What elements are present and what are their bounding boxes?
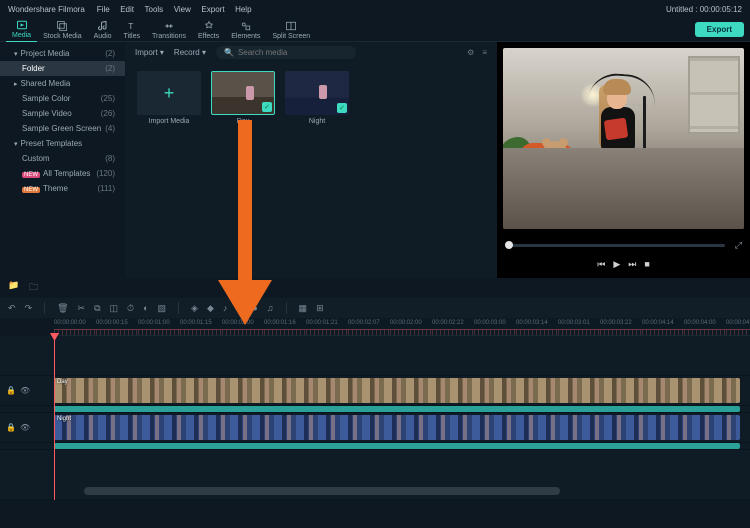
record-dropdown[interactable]: Record ▾ bbox=[174, 48, 206, 57]
lock-icon[interactable]: 🔒 bbox=[6, 386, 16, 395]
speed-icon[interactable]: ⏱ bbox=[127, 303, 134, 314]
stock-icon bbox=[56, 20, 68, 32]
tab-media[interactable]: Media bbox=[6, 17, 37, 43]
menu-edit[interactable]: Edit bbox=[120, 5, 134, 14]
tab-stock-media[interactable]: Stock Media bbox=[37, 18, 88, 42]
audio-clip[interactable] bbox=[54, 443, 740, 449]
stop-button[interactable]: ■ bbox=[644, 259, 649, 270]
sidebar-item-sample-color[interactable]: Sample Color(25) bbox=[0, 91, 125, 106]
prev-frame-button[interactable]: ⏮ bbox=[597, 259, 605, 270]
audio-clip[interactable] bbox=[54, 406, 740, 412]
sidebar-item-theme[interactable]: NEWTheme(111) bbox=[0, 181, 125, 196]
cut-icon[interactable]: ✂ bbox=[78, 303, 86, 314]
titles-icon: T bbox=[126, 20, 138, 32]
search-icon: 🔍 bbox=[224, 48, 234, 57]
crop-icon[interactable]: ◫ bbox=[110, 303, 119, 314]
preview-panel: ⤢ ⏮ ▶ ⏭ ■ bbox=[497, 42, 750, 278]
mix-icon[interactable]: ♫ bbox=[267, 303, 274, 313]
lock-icon[interactable]: 🔒 bbox=[6, 423, 16, 432]
play-button[interactable]: ▶ bbox=[613, 259, 620, 270]
tab-split-screen[interactable]: Split Screen bbox=[266, 18, 316, 42]
clip-night[interactable] bbox=[54, 415, 740, 440]
preview-scrubber[interactable] bbox=[505, 244, 725, 247]
menu-file[interactable]: File bbox=[97, 5, 110, 14]
timeline-ruler[interactable]: 00:00:00:0000:00:00:1500:00:01:0000:00:0… bbox=[54, 318, 750, 336]
menu-tools[interactable]: Tools bbox=[145, 5, 164, 14]
project-title-timecode: Untitled : 00:00:05:12 bbox=[666, 5, 742, 14]
transitions-icon bbox=[163, 20, 175, 32]
new-folder-icon[interactable]: 📁 bbox=[8, 280, 19, 296]
sidebar-item-project-media[interactable]: ▾Project Media(2) bbox=[0, 46, 125, 61]
tab-elements[interactable]: Elements bbox=[225, 18, 266, 42]
timeline-toolbar: ↶ ↷ 🗑 ✂ ⧉ ◫ ⏱ ◐ ▧ ◈ ◆ ♪ ● ♫ ▦ ⊞ bbox=[0, 298, 750, 318]
search-field[interactable] bbox=[238, 48, 348, 57]
sort-icon[interactable]: ≡ bbox=[482, 48, 487, 57]
fullscreen-icon[interactable]: ⤢ bbox=[735, 240, 742, 251]
tab-effects[interactable]: Effects bbox=[192, 18, 225, 42]
video-track-2[interactable]: 🔒 👁 Night bbox=[0, 413, 750, 443]
effects-icon bbox=[203, 20, 215, 32]
menu-view[interactable]: View bbox=[174, 5, 191, 14]
plus-icon: + bbox=[164, 83, 175, 104]
clip-label-night: Night bbox=[57, 416, 71, 422]
video-track-1[interactable]: 🔒 👁 Day bbox=[0, 376, 750, 406]
search-input[interactable]: 🔍 bbox=[216, 46, 356, 59]
undo-icon[interactable]: ↶ bbox=[8, 303, 16, 314]
tab-transitions[interactable]: Transitions bbox=[146, 18, 192, 42]
redo-icon[interactable]: ↷ bbox=[25, 303, 33, 314]
import-media-tile[interactable]: +Import Media bbox=[137, 71, 201, 125]
folder-icon[interactable]: 🗀 bbox=[29, 280, 38, 296]
audio-icon bbox=[97, 20, 109, 32]
playhead[interactable] bbox=[54, 336, 55, 500]
copy-icon[interactable]: ⧉ bbox=[94, 303, 100, 314]
preview-image[interactable] bbox=[503, 48, 744, 229]
split-icon bbox=[285, 20, 297, 32]
export-button[interactable]: Export bbox=[695, 22, 744, 37]
check-icon: ✓ bbox=[337, 103, 347, 113]
next-frame-button[interactable]: ⏭ bbox=[628, 259, 636, 270]
menu-help[interactable]: Help bbox=[235, 5, 251, 14]
eye-icon[interactable]: 👁 bbox=[20, 423, 30, 432]
import-dropdown[interactable]: Import ▾ bbox=[135, 48, 164, 57]
record-vo-icon[interactable]: ● bbox=[252, 303, 257, 313]
tab-titles[interactable]: TTitles bbox=[118, 18, 146, 42]
clip-day[interactable] bbox=[54, 378, 740, 403]
render-icon[interactable]: ▦ bbox=[299, 303, 308, 314]
snap-icon[interactable]: ⊞ bbox=[316, 303, 324, 314]
delete-icon[interactable]: 🗑 bbox=[57, 303, 68, 314]
media-icon bbox=[16, 19, 28, 31]
eye-icon[interactable]: 👁 bbox=[20, 386, 30, 395]
audio-track-2a[interactable] bbox=[0, 443, 750, 450]
sidebar-item-preset-templates[interactable]: ▾Preset Templates bbox=[0, 136, 125, 151]
media-item-night[interactable]: ✓Night bbox=[285, 71, 349, 125]
sidebar-item-sample-video[interactable]: Sample Video(26) bbox=[0, 106, 125, 121]
color-icon[interactable]: ◐ bbox=[143, 303, 148, 313]
detach-icon[interactable]: ♪ bbox=[223, 303, 228, 313]
sidebar-item-shared-media[interactable]: ▸Shared Media bbox=[0, 76, 125, 91]
marker-icon[interactable]: ◈ bbox=[191, 303, 198, 314]
elements-icon bbox=[240, 20, 252, 32]
check-icon: ✓ bbox=[262, 102, 272, 112]
tab-audio[interactable]: Audio bbox=[88, 18, 118, 42]
menu-export[interactable]: Export bbox=[201, 5, 224, 14]
sidebar-item-sample-green[interactable]: Sample Green Screen(4) bbox=[0, 121, 125, 136]
media-item-day[interactable]: ✓Day bbox=[211, 71, 275, 125]
sidebar: ▾Project Media(2) Folder(2) ▸Shared Medi… bbox=[0, 42, 125, 278]
green-icon[interactable]: ▧ bbox=[158, 303, 167, 314]
clip-label-day: Day bbox=[57, 379, 68, 385]
sidebar-item-folder[interactable]: Folder(2) bbox=[0, 61, 125, 76]
audio-track-1a[interactable] bbox=[0, 406, 750, 413]
sidebar-item-all-templates[interactable]: NEWAll Templates(120) bbox=[0, 166, 125, 181]
svg-text:T: T bbox=[128, 22, 133, 31]
sidebar-item-custom[interactable]: Custom(8) bbox=[0, 151, 125, 166]
app-name: Wondershare Filmora bbox=[8, 5, 85, 14]
horizontal-scrollbar[interactable] bbox=[84, 487, 560, 495]
filter-icon[interactable]: ⚙ bbox=[467, 48, 474, 57]
keyframe-icon[interactable]: ◆ bbox=[207, 303, 214, 314]
